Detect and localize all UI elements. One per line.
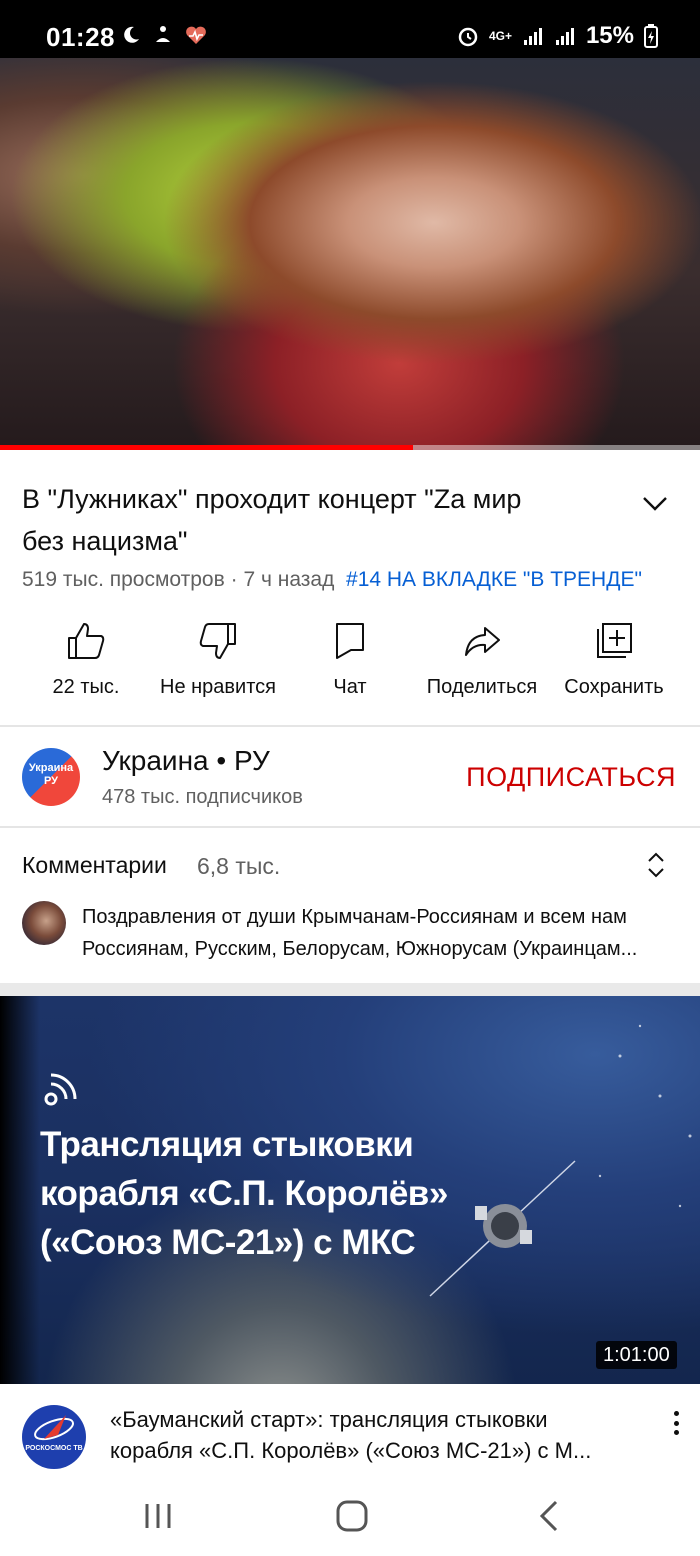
section-separator [0, 983, 700, 996]
recent-apps-icon[interactable] [136, 1496, 180, 1536]
heart-rate-icon [186, 26, 206, 44]
video-player[interactable] [0, 58, 700, 450]
battery-charging-icon [644, 24, 658, 48]
action-bar: 22 тыс. Не нравится Чат Поделиться Сохра… [0, 620, 700, 710]
meditation-icon [156, 26, 170, 42]
video-title[interactable]: В "Лужниках" проходит концерт "Za мир бе… [22, 478, 622, 562]
video-title-block[interactable]: В "Лужниках" проходит концерт "Za мир бе… [22, 478, 622, 562]
broadcast-icon [44, 1073, 77, 1106]
trending-link[interactable]: #14 НА ВКЛАДКЕ "В ТРЕНДЕ" [346, 568, 642, 591]
chat-button[interactable]: Чат [284, 620, 416, 710]
commenter-avatar[interactable] [22, 901, 66, 945]
home-icon[interactable] [330, 1496, 374, 1536]
divider [0, 826, 700, 828]
chat-icon [336, 623, 364, 659]
signal-icon-2 [555, 28, 574, 45]
roscosmos-logo-icon [34, 1415, 74, 1441]
comments-heading[interactable]: Комментарии [22, 852, 167, 879]
subscribe-button[interactable]: ПОДПИСАТЬСЯ [466, 762, 676, 793]
video-progress-bar[interactable] [0, 445, 700, 450]
moon-icon [124, 26, 139, 43]
channel-avatar[interactable]: Украина РУ [22, 748, 80, 806]
comments-count: 6,8 тыс. [197, 853, 281, 879]
upload-age: 7 ч назад [243, 568, 335, 591]
system-navigation-bar [0, 1478, 700, 1556]
video-progress-fill [0, 445, 413, 450]
expand-description-icon[interactable] [638, 488, 672, 518]
thumbs-down-icon [199, 623, 236, 659]
share-icon [465, 627, 500, 656]
view-count: 519 тыс. просмотров [22, 568, 225, 591]
more-options-icon[interactable] [664, 1408, 688, 1438]
thumbs-up-icon [68, 623, 105, 659]
divider [0, 725, 700, 727]
video-duration: 1:01:00 [596, 1341, 677, 1369]
roscosmos-channel-avatar[interactable]: РОСКОСМОС ТВ [22, 1405, 86, 1469]
save-button[interactable]: Сохранить [548, 620, 680, 710]
share-button[interactable]: Поделиться [416, 620, 548, 710]
expand-comments-icon[interactable] [644, 850, 668, 880]
network-type: 4G+ [488, 29, 512, 43]
video-meta: 519 тыс. просмотров · 7 ч назад #14 НА В… [22, 568, 642, 591]
back-icon[interactable] [528, 1496, 572, 1536]
thumbnail-title: Трансляция стыковки корабля «С.П. Королё… [40, 1125, 448, 1262]
channel-name[interactable]: Украина • РУ [102, 745, 270, 777]
like-button[interactable]: 22 тыс. [20, 620, 152, 710]
signal-icon [523, 28, 542, 45]
save-playlist-icon [597, 623, 632, 658]
comment-preview[interactable]: Поздравления от души Крымчанам-Россиянам… [82, 901, 680, 965]
status-bar: 01:28 4G+ 15% [0, 0, 700, 58]
status-time: 01:28 [46, 22, 115, 52]
alarm-icon [458, 27, 478, 47]
dislike-button[interactable]: Не нравится [152, 620, 284, 710]
subscriber-count: 478 тыс. подписчиков [102, 786, 303, 808]
next-video-title[interactable]: «Бауманский старт»: трансляция стыковки … [110, 1404, 650, 1466]
battery-percent: 15% [585, 22, 634, 49]
